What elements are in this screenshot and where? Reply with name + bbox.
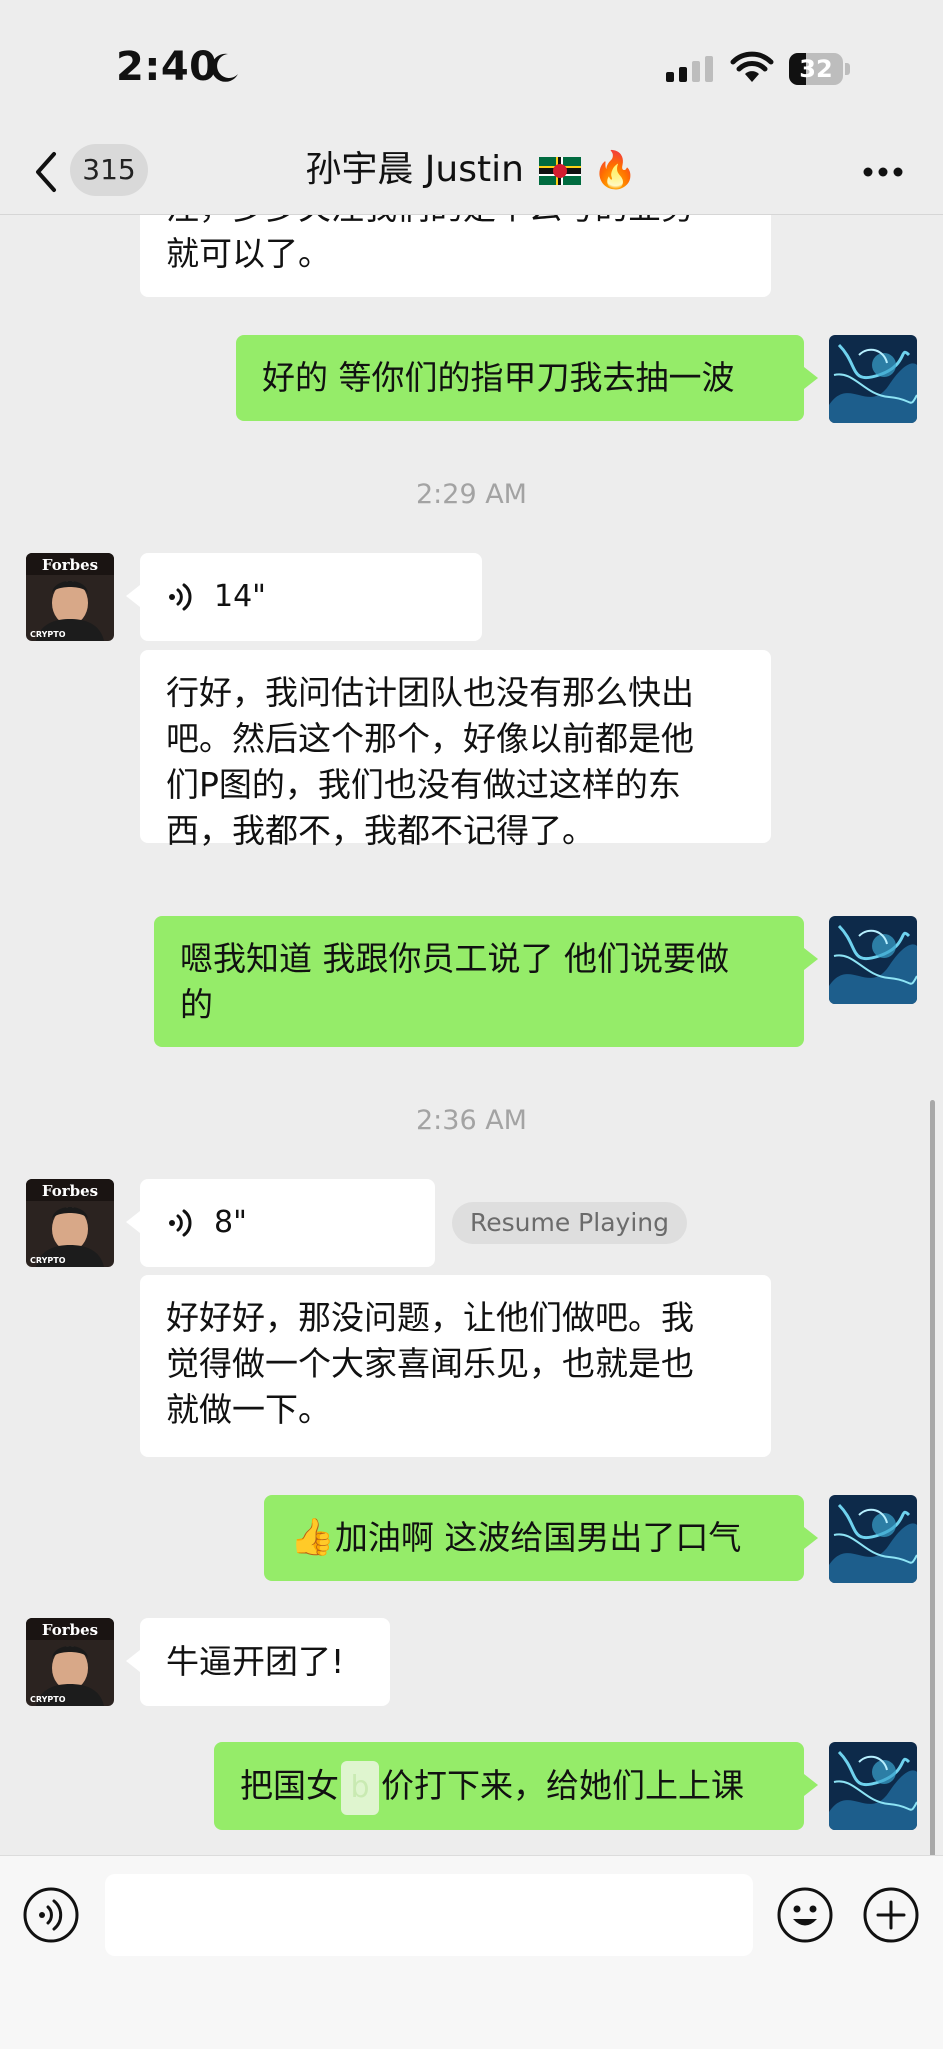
battery-level: 32 — [799, 55, 833, 83]
incoming-message[interactable]: 牛逼开团了! — [126, 1618, 390, 1706]
scrollbar[interactable] — [930, 1100, 935, 1855]
outgoing-message[interactable]: 把国女 b 价打下来，给她们上上课 — [214, 1742, 818, 1830]
message-text: 吧。然后这个那个，好像以前都是他 — [166, 719, 694, 758]
message-text: 好的 等你们的指甲刀我去抽一波 — [262, 358, 735, 397]
message-text: 们P图的，我们也没有做过这样的东 — [166, 765, 681, 804]
message-input[interactable] — [105, 1874, 753, 1956]
abstract-art-avatar-image — [829, 1742, 917, 1830]
message-text: 加油啊 这波给国男出了口气 — [334, 1518, 742, 1557]
battery-icon: 32 — [789, 53, 851, 85]
dominica-flag-icon — [539, 157, 582, 185]
voice-wave-icon — [169, 583, 192, 611]
contact-avatar[interactable]: Forbes CRYPTO — [26, 1618, 114, 1706]
cellular-signal-icon — [666, 56, 713, 82]
chevron-left-icon[interactable] — [30, 148, 60, 196]
chat-title-text: 孙宇晨 Justin — [305, 149, 524, 190]
magazine-cover-avatar-image: Forbes CRYPTO — [26, 1179, 114, 1267]
message-text: 行好，我问估计团队也没有那么快出 — [166, 673, 694, 712]
incoming-message[interactable]: 注，多多关注我们的是个么号的业务 就可以了。 — [140, 215, 771, 297]
unread-count-badge[interactable]: 315 — [70, 144, 148, 196]
message-text: 西，我都不，我都不记得了。 — [166, 811, 595, 850]
message-text: 好好好，那没问题，让他们做吧。我 — [166, 1298, 694, 1337]
voice-input-icon[interactable] — [22, 1886, 80, 1944]
message-text: 就可以了。 — [166, 234, 331, 273]
voice-message[interactable]: 8" — [126, 1179, 435, 1267]
message-text: 觉得做一个大家喜闻乐见，也就是也 — [166, 1344, 694, 1383]
fire-icon: 🔥 — [592, 150, 638, 191]
incoming-message[interactable]: 好好好，那没问题，让他们做吧。我 觉得做一个大家喜闻乐见，也就是也 就做一下。 — [140, 1275, 771, 1457]
resume-playing-button[interactable]: Resume Playing — [452, 1202, 687, 1244]
my-avatar[interactable] — [829, 916, 917, 1004]
voice-message[interactable]: 14" — [126, 553, 482, 641]
smiley-icon[interactable] — [776, 1886, 834, 1944]
message-list[interactable]: 注，多多关注我们的是个么号的业务 就可以了。 好的 等你们的指甲刀我去抽一波 2… — [0, 215, 943, 1855]
message-text: 嗯我知道 我跟你员工说了 他们说要做 — [180, 939, 729, 978]
composer-bar — [0, 1855, 943, 2049]
outgoing-message[interactable]: 👍加油啊 这波给国男出了口气 — [264, 1495, 818, 1581]
cover-subtitle: CRYPTO — [30, 630, 66, 639]
more-dots-icon[interactable] — [862, 166, 904, 178]
cover-title: Forbes — [42, 556, 98, 574]
my-avatar[interactable] — [829, 1495, 917, 1583]
message-text: 牛逼开团了! — [166, 1642, 345, 1681]
status-time: 2:40 — [116, 44, 218, 90]
abstract-art-avatar-image — [829, 1495, 917, 1583]
contact-avatar[interactable]: Forbes CRYPTO — [26, 1179, 114, 1267]
thumbs-up-emoji: 👍 — [290, 1517, 335, 1558]
message-text: 就做一下。 — [166, 1390, 331, 1429]
magazine-cover-avatar-image: Forbes CRYPTO — [26, 553, 114, 641]
voice-duration: 14" — [214, 579, 266, 614]
cover-subtitle: CRYPTO — [30, 1695, 66, 1704]
message-text: 把国女 — [240, 1766, 339, 1805]
voice-duration: 8" — [214, 1205, 247, 1240]
my-avatar[interactable] — [829, 1742, 917, 1830]
message-text: 价打下来，给她们上上课 — [381, 1766, 744, 1805]
incoming-message[interactable]: 行好，我问估计团队也没有那么快出 吧。然后这个那个，好像以前都是他 们P图的，我… — [140, 650, 771, 850]
magazine-cover-avatar-image: Forbes CRYPTO — [26, 1618, 114, 1706]
outgoing-message[interactable]: 好的 等你们的指甲刀我去抽一波 — [236, 335, 818, 421]
outgoing-message[interactable]: 嗯我知道 我跟你员工说了 他们说要做 的 — [154, 916, 818, 1047]
moon-icon — [211, 53, 238, 82]
timestamp: 2:29 AM — [416, 479, 527, 510]
abstract-art-avatar-image — [829, 916, 917, 1004]
my-avatar[interactable] — [829, 335, 917, 423]
timestamp: 2:36 AM — [416, 1105, 527, 1136]
abstract-art-avatar-image — [829, 335, 917, 423]
status-bar: 2:40 32 — [0, 0, 943, 130]
message-text: 注，多多关注我们的是个么号的业务 — [166, 215, 745, 231]
chat-header: 孙宇晨 Justin 🔥 315 — [0, 130, 943, 215]
cover-title: Forbes — [42, 1621, 98, 1639]
plus-circle-icon[interactable] — [862, 1886, 920, 1944]
cover-subtitle: CRYPTO — [30, 1256, 66, 1265]
contact-avatar[interactable]: Forbes CRYPTO — [26, 553, 114, 641]
text-selection-caret: b — [341, 1760, 379, 1815]
cover-title: Forbes — [42, 1182, 98, 1200]
wifi-icon — [730, 51, 774, 82]
message-text: 的 — [180, 985, 213, 1024]
voice-wave-icon — [169, 1209, 192, 1237]
